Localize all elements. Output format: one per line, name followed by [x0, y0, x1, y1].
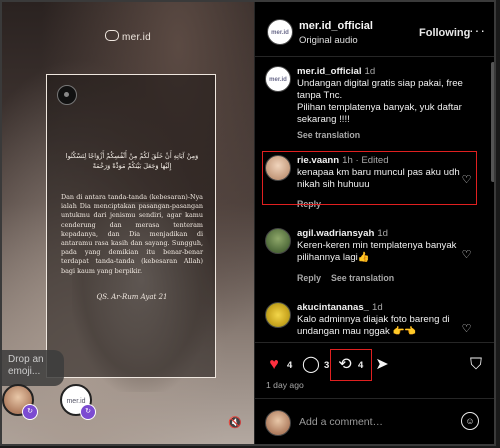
more-options-icon[interactable]: ··· [469, 22, 486, 38]
mute-icon[interactable]: 🔇 [228, 416, 242, 430]
highlight-box [262, 151, 477, 205]
see-translation-link[interactable]: See translation [297, 130, 360, 140]
comment-username[interactable]: akucintananas_ [297, 302, 369, 313]
avatar-label: mer.id [271, 30, 289, 36]
comment-body: Kalo adminnya diajak foto bareng di unda… [297, 314, 450, 337]
post-header: mer.id mer.id_official Original audio Fo… [255, 2, 494, 57]
verse-translation: Dan di antara tanda-tanda (kebesaran)-Ny… [61, 193, 203, 275]
comment-body: Keren-keren min templatenya banyak pilih… [297, 240, 457, 263]
post-timestamp: 1 day ago [266, 380, 304, 390]
username[interactable]: mer.id_official [299, 20, 373, 32]
verse-citation: QS. Ar-Rum Ayat 21 [96, 293, 168, 301]
brand-logo-icon [104, 30, 119, 41]
avatar-label: mer.id [269, 77, 287, 83]
add-comment-input[interactable]: Add a comment… [299, 416, 383, 428]
comment-username[interactable]: mer.id_official [297, 66, 362, 77]
save-icon[interactable]: ⛉ [467, 356, 485, 374]
like-comment-icon[interactable]: ♡ [461, 250, 472, 261]
invitation-card: وَمِنْ آيَاتِهِ أَنْ خَلَقَ لَكُمْ مِنْ … [46, 74, 216, 378]
music-disc-icon [57, 85, 77, 105]
reply-link[interactable]: Reply [297, 273, 321, 283]
following-button[interactable]: Following [419, 27, 470, 39]
comment-time: 1d [364, 66, 376, 77]
drop-emoji-hint: Drop an emoji... [2, 350, 64, 386]
audio-label[interactable]: Original audio [299, 35, 358, 46]
user-sticker[interactable]: ↻ [2, 384, 38, 420]
repost-icon[interactable]: ⟲ [336, 356, 354, 374]
post-panel: mer.id mer.id_official Original audio Fo… [254, 2, 494, 444]
avatar[interactable]: mer.id [265, 66, 291, 92]
avatar[interactable] [265, 302, 291, 328]
share-icon[interactable]: ➤ [373, 356, 391, 374]
like-comment-icon[interactable]: ♡ [461, 324, 472, 335]
likes-count[interactable]: 4 [287, 360, 292, 371]
see-translation-link[interactable]: See translation [331, 273, 394, 283]
comments-list: mer.id mer.id_official 1d Undangan digita… [255, 57, 493, 340]
comment-username[interactable]: agil.wadriansyah [297, 228, 374, 239]
brand-text: mer.id [121, 32, 152, 43]
avatar[interactable]: mer.id [267, 19, 293, 45]
comment-icon[interactable]: ◯ [302, 356, 320, 374]
caption-line: Pilihan templatenya banyak, yuk daftar s… [297, 102, 462, 125]
reel-media[interactable]: mer.id وَمِنْ آيَاتِهِ أَنْ خَلَقَ لَكُم… [2, 2, 254, 444]
avatar[interactable] [265, 228, 291, 254]
brand-watermark: mer.id [2, 30, 254, 43]
emoji-icon[interactable]: ☺ [461, 412, 479, 430]
comment-text: akucintananas_ 1d Kalo adminnya diajak fo… [297, 302, 467, 338]
caption-text: mer.id_official 1d Undangan digital grati… [297, 66, 467, 126]
caption-line: Undangan digital gratis siap pakai, free… [297, 78, 463, 101]
brand-sticker[interactable]: mer.id ↻ [60, 384, 96, 420]
post-actions: ♥ 4 ◯ 3 ⟲ 4 ➤ ⛉ 1 day ago [255, 342, 494, 399]
comments-scrollbar[interactable] [491, 62, 494, 182]
comment-time: 1d [377, 228, 388, 239]
reposts-count[interactable]: 4 [358, 360, 363, 371]
reaction-badge-icon: ↻ [22, 404, 38, 420]
heart-icon[interactable]: ♥ [265, 356, 283, 374]
arabic-verse: وَمِنْ آيَاتِهِ أَنْ خَلَقَ لَكُمْ مِنْ … [65, 152, 199, 170]
comment-text: agil.wadriansyah 1d Keren-keren min templ… [297, 228, 467, 264]
reaction-badge-icon: ↻ [80, 404, 96, 420]
brand-sticker-label: mer.id [66, 398, 86, 405]
avatar [265, 410, 291, 436]
comments-count: 3 [324, 360, 330, 371]
comment-time: 1d [372, 302, 383, 313]
add-comment-bar: Add a comment… ☺ [255, 398, 494, 444]
post-modal: mer.id وَمِنْ آيَاتِهِ أَنْ خَلَقَ لَكُم… [0, 0, 496, 446]
